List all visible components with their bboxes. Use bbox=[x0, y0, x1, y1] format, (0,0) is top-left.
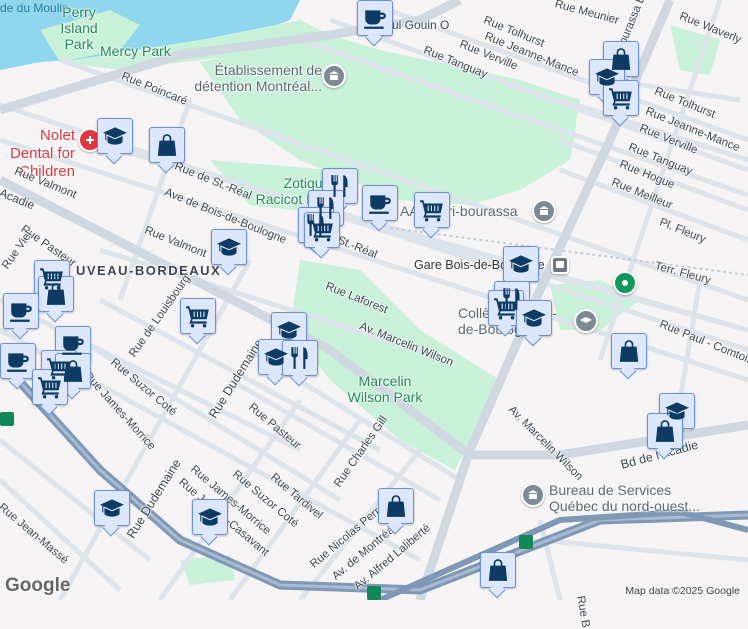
mercy-park-label: Mercy Park bbox=[100, 43, 171, 59]
fork-knife-icon bbox=[287, 345, 313, 371]
shopping-cart-icon bbox=[419, 197, 445, 223]
building-icon bbox=[329, 71, 339, 80]
school-marker[interactable] bbox=[97, 118, 133, 154]
shopping-bag-icon bbox=[383, 493, 409, 519]
coffee-cup-icon bbox=[367, 190, 393, 216]
grocery-marker[interactable] bbox=[414, 192, 450, 228]
school-marker[interactable] bbox=[503, 246, 539, 282]
cafe-marker[interactable] bbox=[3, 293, 39, 329]
shopping-marker[interactable] bbox=[647, 413, 683, 449]
shopping-cart-icon bbox=[309, 217, 335, 243]
coffee-cup-icon bbox=[8, 298, 34, 324]
school-marker[interactable] bbox=[271, 312, 307, 348]
shopping-marker[interactable] bbox=[480, 552, 516, 588]
shopping-cart-icon bbox=[608, 85, 634, 111]
shopping-bag-icon bbox=[652, 418, 678, 444]
graduation-cap-icon bbox=[197, 504, 223, 530]
shopping-marker[interactable] bbox=[378, 488, 414, 524]
grocery-marker[interactable] bbox=[304, 212, 340, 248]
grocery-marker[interactable] bbox=[488, 290, 524, 326]
shopping-marker[interactable] bbox=[38, 276, 74, 312]
government-building-pin[interactable] bbox=[521, 483, 545, 507]
shopping-cart-icon bbox=[493, 295, 519, 321]
graduation-cap-icon bbox=[216, 234, 242, 260]
building-icon bbox=[528, 490, 538, 499]
graduation-cap-icon bbox=[508, 251, 534, 277]
school-marker[interactable] bbox=[516, 300, 552, 336]
etablissement-label: Établissement de détention Montréal... bbox=[194, 62, 322, 94]
grocery-marker[interactable] bbox=[603, 80, 639, 116]
street-label: ul Gouin O bbox=[392, 18, 450, 32]
shopping-marker[interactable] bbox=[611, 333, 647, 369]
location-pin[interactable] bbox=[613, 271, 637, 295]
map-attribution[interactable]: Map data ©2025 Google bbox=[623, 585, 742, 597]
cafe-marker[interactable] bbox=[357, 0, 393, 36]
school-icon bbox=[580, 317, 592, 323]
graduation-cap-icon bbox=[276, 317, 302, 343]
school-pin[interactable] bbox=[574, 309, 598, 333]
government-building-pin[interactable] bbox=[322, 64, 346, 88]
highway-shield-icon bbox=[0, 412, 14, 426]
shopping-bag-icon bbox=[616, 338, 642, 364]
marcelin-wilson-park-label: Marcelin Wilson Park bbox=[347, 373, 423, 405]
shopping-cart-icon bbox=[37, 374, 63, 400]
shopping-marker[interactable] bbox=[149, 127, 185, 163]
cafe-marker[interactable] bbox=[362, 185, 398, 221]
graduation-cap-icon bbox=[102, 123, 128, 149]
graduation-cap-icon bbox=[99, 495, 125, 521]
bureau-label: Bureau de Services Québec du nord-ouest.… bbox=[549, 482, 700, 514]
hospital-icon bbox=[86, 136, 94, 144]
school-marker[interactable] bbox=[211, 229, 247, 265]
school-marker[interactable] bbox=[192, 499, 228, 535]
coffee-cup-icon bbox=[5, 348, 31, 374]
restaurant-marker[interactable] bbox=[282, 340, 318, 376]
cafe-marker[interactable] bbox=[0, 343, 36, 379]
shopping-bag-icon bbox=[154, 132, 180, 158]
train-station-pin[interactable] bbox=[551, 256, 569, 274]
coffee-cup-icon bbox=[362, 5, 388, 31]
graduation-cap-icon bbox=[521, 305, 547, 331]
building-pin[interactable] bbox=[532, 199, 556, 223]
train-icon bbox=[556, 261, 564, 268]
school-marker[interactable] bbox=[94, 490, 130, 526]
building-icon bbox=[539, 206, 549, 215]
grocery-marker[interactable] bbox=[180, 298, 216, 334]
highway-shield-icon bbox=[367, 586, 381, 600]
shopping-bag-icon bbox=[43, 281, 69, 307]
google-logo: Google bbox=[5, 575, 71, 596]
shopping-bag-icon bbox=[60, 358, 86, 384]
dot-icon bbox=[622, 280, 628, 286]
grocery-marker[interactable] bbox=[32, 369, 68, 405]
shopping-bag-icon bbox=[485, 557, 511, 583]
graduation-cap-icon bbox=[263, 344, 289, 370]
shopping-cart-icon bbox=[185, 303, 211, 329]
neighborhood-label: UVEAU-BORDEAUX bbox=[76, 263, 222, 278]
highway-shield-icon bbox=[519, 535, 533, 549]
coffee-cup-icon bbox=[60, 331, 86, 357]
